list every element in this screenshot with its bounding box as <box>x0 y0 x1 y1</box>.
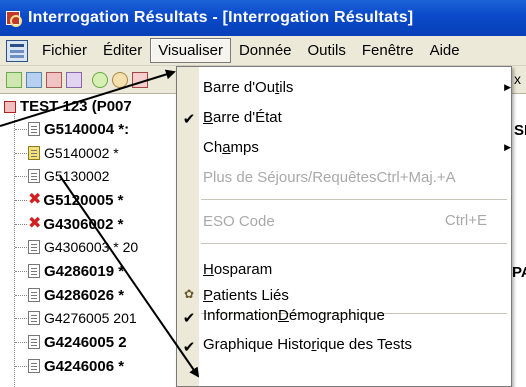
document-icon <box>28 359 40 373</box>
toolbar-check-icon[interactable] <box>92 72 108 88</box>
menu-item-eso-code[interactable]: ESO Code <box>203 209 275 233</box>
menu-item-label: Ch <box>203 138 223 156</box>
menu-fichier[interactable]: Fichier <box>34 38 95 63</box>
tree-row-label: G4306002 * <box>43 215 124 233</box>
menu-item-champs[interactable]: Ch a mps ▶ <box>203 135 511 159</box>
menu-item-label: ESO Code <box>203 212 275 230</box>
menu-editer[interactable]: Éditer <box>95 38 150 63</box>
tree-row[interactable]: G4246005 2 <box>28 331 127 353</box>
tree-row-label: G4286026 * <box>44 286 125 304</box>
menu-item-label: atients Liés <box>213 286 289 304</box>
tree-row-label: G5130002 <box>44 168 110 184</box>
menu-item-label: Plus de Séjours/Requêtes <box>203 168 377 186</box>
menu-donnee[interactable]: Donnée <box>231 38 300 63</box>
tree-row[interactable]: G4286019 * <box>28 260 124 282</box>
menu-item-label: osparam <box>213 260 273 278</box>
checkmark-icon: ✔ <box>182 310 196 327</box>
submenu-arrow-icon: ▶ <box>504 141 511 152</box>
tree-row[interactable]: G4246006 * <box>28 355 124 377</box>
document-icon <box>28 122 40 136</box>
menu-separator <box>201 243 507 244</box>
submenu-arrow-icon: ▶ <box>504 81 511 92</box>
toolbar-print-icon[interactable] <box>112 72 128 88</box>
menu-item-accel: D <box>278 306 289 324</box>
menu-item-label: arre d'État <box>213 108 282 126</box>
tree-row[interactable]: G4276005 201 <box>28 307 137 329</box>
tree-row-label: G4246005 2 <box>44 333 127 351</box>
window-title: Interrogation Résultats - [Interrogation… <box>28 9 414 26</box>
menu-item-label: ique des Tests <box>316 335 413 353</box>
tree-root[interactable]: TEST 123 (P007 <box>4 98 132 115</box>
menu-item-barre-outils[interactable]: Barre d'Ou t ils ▶ <box>203 75 511 99</box>
checkmark-icon: ✔ <box>182 111 196 128</box>
document-icon <box>28 335 40 349</box>
tree-row-label: G4286019 * <box>44 262 125 280</box>
menu-item-label: émographique <box>288 306 385 324</box>
app-icon[interactable] <box>4 8 24 28</box>
patients-icon: ✿ <box>183 287 195 301</box>
tree-row[interactable]: G5140002 * <box>28 142 119 164</box>
checkmark-icon: ✔ <box>182 339 196 356</box>
document-icon <box>28 288 40 302</box>
red-x-icon: ✖ <box>28 215 42 232</box>
tree-row-label: G5120005 * <box>43 191 124 209</box>
tree-row[interactable]: G4286026 * <box>28 284 124 306</box>
detail-fragment: SI <box>514 122 526 139</box>
menu-item-accel: B <box>203 108 214 126</box>
menu-item-shortcut: Ctrl+Maj.+A <box>376 168 456 186</box>
toolbar-filter-icon[interactable] <box>46 72 62 88</box>
title-bar: Interrogation Résultats - [Interrogation… <box>0 0 526 36</box>
document-icon <box>28 311 40 325</box>
document-yellow-icon <box>28 146 40 160</box>
menu-item-barre-etat[interactable]: Barre d'État <box>203 105 282 129</box>
tree-row-suffix: : <box>124 120 130 138</box>
tree-row-label: G5140004 * <box>44 120 125 138</box>
menu-bar: Fichier Éditer Visualiser Donnée Outils … <box>0 36 526 66</box>
tree-row-label: G5140002 * <box>44 145 119 161</box>
menu-item-label: mps <box>230 138 259 156</box>
tree-row[interactable]: G5130002 <box>28 165 109 187</box>
menu-item-information-demographique[interactable]: Information Démographique <box>203 303 385 327</box>
tree-row[interactable]: G5140004 * : <box>28 118 129 140</box>
menu-item-hosparam[interactable]: Hosparam <box>203 257 272 281</box>
toolbar-refresh-icon[interactable] <box>66 72 82 88</box>
document-window-icon[interactable] <box>6 39 28 62</box>
tree-row-label: G4246006 * <box>44 357 125 375</box>
document-icon <box>28 264 40 278</box>
menu-item-graphique-historique[interactable]: Graphique Histo r ique des Tests <box>203 332 412 356</box>
menu-item-label: Graphique Histo <box>203 335 312 353</box>
toolbar-query-icon[interactable] <box>6 72 22 88</box>
patient-folder-icon <box>4 100 16 113</box>
menu-item-label: Information <box>203 306 279 324</box>
tree-row-label: G4276005 201 <box>44 310 137 326</box>
menu-item-shortcut: Ctrl+E <box>444 212 487 229</box>
tree-row[interactable]: G4306003 * 20 <box>28 236 138 258</box>
red-x-icon: ✖ <box>28 191 42 208</box>
tree-row-label: G4306003 * 20 <box>44 239 139 255</box>
tree-root-label: TEST 123 (P007 <box>20 98 132 115</box>
toolbar-overflow[interactable]: x <box>514 71 521 87</box>
document-icon <box>28 240 40 254</box>
visualiser-dropdown: Barre d'Ou t ils ▶ ✔ Barre d'État Ch a mps ▶… <box>176 66 512 387</box>
menu-outils[interactable]: Outils <box>300 38 354 63</box>
toolbar-patient-icon[interactable] <box>26 72 42 88</box>
menu-item-accel: P <box>203 286 214 304</box>
menu-item-plus-sejours[interactable]: Plus de Séjours/Requêtes Ctrl+Maj.+A <box>203 165 456 189</box>
menu-item-accel: H <box>203 260 214 278</box>
menu-item-accel: a <box>222 138 231 156</box>
menu-separator <box>201 199 507 200</box>
menu-item-label: Barre d'Ou <box>203 78 276 96</box>
tree-row[interactable]: ✖ G5120005 * <box>28 189 123 211</box>
tree-row[interactable]: ✖ G4306002 * <box>28 213 123 235</box>
menu-aide[interactable]: Aide <box>422 38 468 63</box>
detail-fragment: PA <box>512 264 526 281</box>
menu-visualiser[interactable]: Visualiser <box>150 38 231 63</box>
toolbar-delete-icon[interactable] <box>132 72 148 88</box>
document-icon <box>28 169 40 183</box>
menu-item-label: ils <box>279 78 294 96</box>
menu-fenetre[interactable]: Fenêtre <box>354 38 422 63</box>
